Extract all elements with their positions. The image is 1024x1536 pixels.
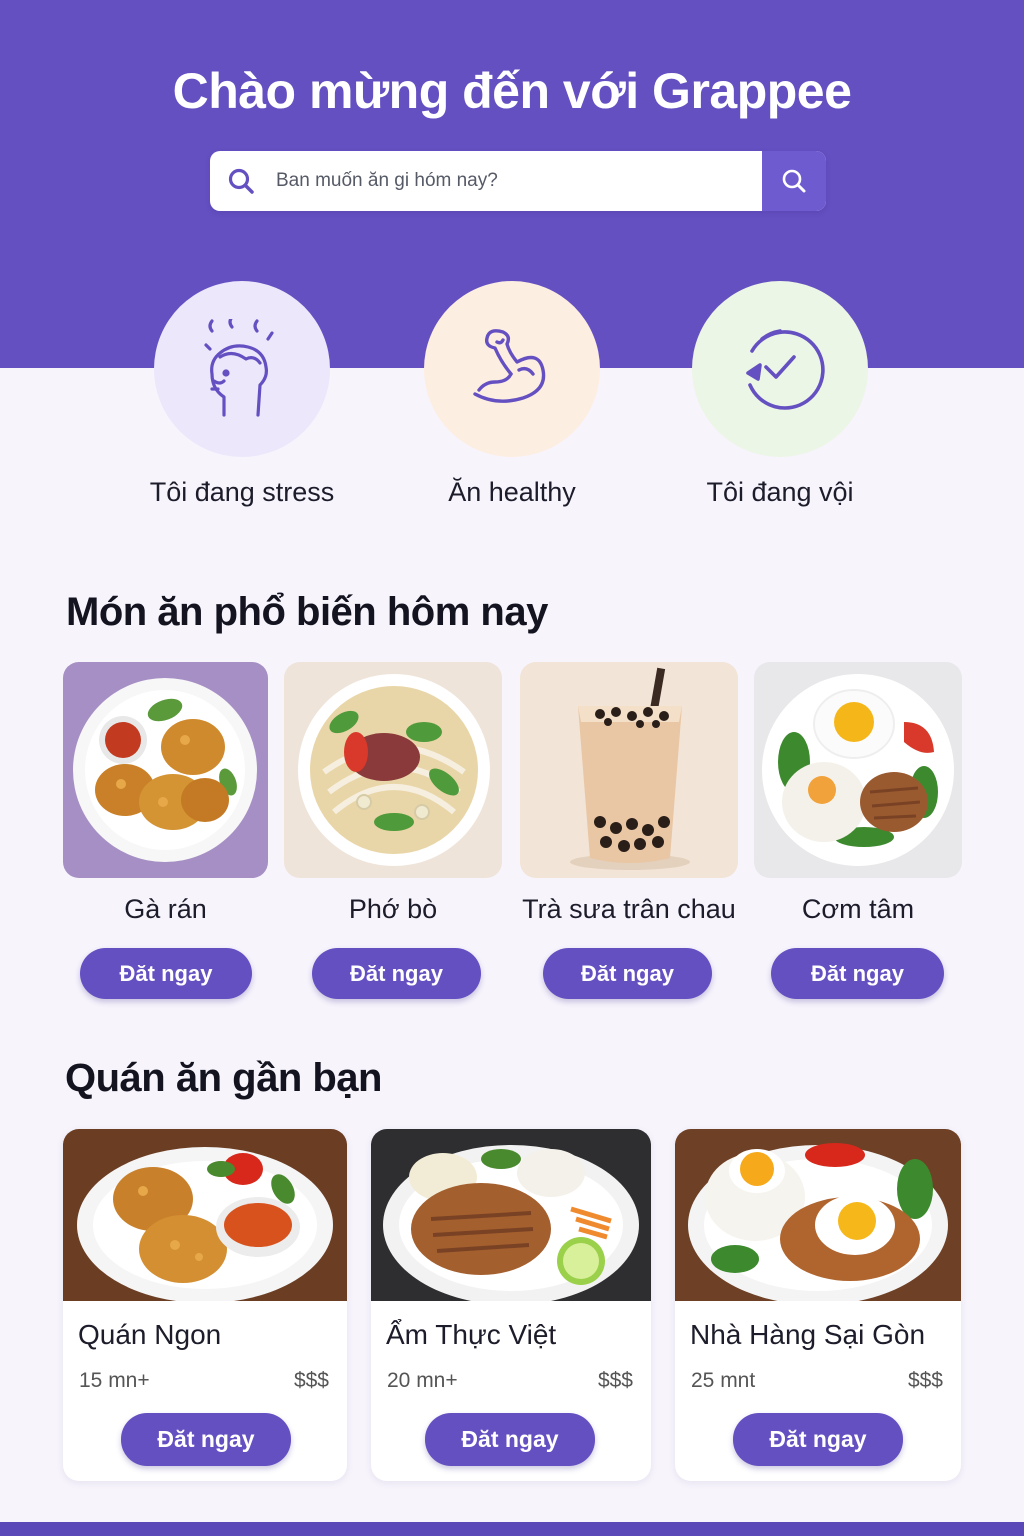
search-icon xyxy=(228,168,254,194)
mood-stress-button[interactable] xyxy=(154,281,330,457)
mood-hurry[interactable]: Tôi đang vội xyxy=(692,281,868,508)
stressed-head-icon xyxy=(204,319,274,417)
order-button[interactable]: Đăt ngay xyxy=(543,948,712,999)
clock-check-icon xyxy=(746,329,825,410)
dish-card[interactable]: Trà sưa trân chau xyxy=(520,662,738,924)
order-button[interactable]: Đăt ngay xyxy=(121,1413,291,1466)
order-button[interactable]: Đăt ngay xyxy=(733,1413,903,1466)
mood-healthy[interactable]: Ăn healthy xyxy=(424,281,600,508)
order-button[interactable]: Đăt ngay xyxy=(425,1413,595,1466)
search-bar xyxy=(210,151,826,211)
beef-pho-image[interactable] xyxy=(284,662,502,878)
search-icon xyxy=(782,169,806,193)
bottom-bar xyxy=(0,1522,1024,1536)
delivery-time: 15 mn+ xyxy=(79,1369,150,1392)
grilled-pork-plate-image[interactable] xyxy=(371,1129,651,1301)
egg-pork-plate-image[interactable] xyxy=(675,1129,961,1301)
dish-card[interactable]: Gà rán xyxy=(63,662,268,924)
mood-healthy-button[interactable] xyxy=(424,281,600,457)
dish-name: Cơm tâm xyxy=(801,894,915,924)
fried-chicken-plate-image[interactable] xyxy=(63,1129,347,1301)
search-input[interactable] xyxy=(276,151,826,211)
order-button[interactable]: Đăt ngay xyxy=(80,948,252,999)
delivery-time: 25 mnt xyxy=(691,1369,756,1392)
fried-chicken-image[interactable] xyxy=(63,662,268,878)
price-level: $$$ xyxy=(597,1369,633,1392)
delivery-time: 20 mn+ xyxy=(387,1369,458,1392)
mood-hurry-button[interactable] xyxy=(692,281,868,457)
order-button[interactable]: Đăt ngay xyxy=(312,948,481,999)
restaurant-name: Nhà Hàng Sại Gòn xyxy=(690,1319,926,1350)
order-button[interactable]: Đăt ngay xyxy=(771,948,944,999)
mood-hurry-label: Tôi đang vội xyxy=(706,477,854,507)
mood-healthy-label: Ăn healthy xyxy=(448,477,576,507)
page-title: Chào mừng đến với Grappee xyxy=(172,63,852,119)
dish-card[interactable]: Cơm tâm xyxy=(754,662,962,924)
price-level: $$$ xyxy=(293,1369,329,1392)
broken-rice-image[interactable] xyxy=(754,662,962,878)
restaurant-name: Quán Ngon xyxy=(78,1319,222,1350)
mood-stress[interactable]: Tôi đang stress xyxy=(150,281,334,508)
mood-stress-label: Tôi đang stress xyxy=(149,477,335,507)
price-level: $$$ xyxy=(907,1369,943,1392)
restaurant-name: Ẩm Thực Việt xyxy=(386,1319,557,1350)
nearby-section-title: Quán ăn gần bạn xyxy=(65,1056,382,1100)
popular-section-title: Món ăn phổ biến hôm nay xyxy=(66,590,548,634)
search-button[interactable] xyxy=(762,151,826,211)
bubble-tea-image[interactable] xyxy=(520,662,738,878)
flexed-arm-icon xyxy=(473,329,546,403)
dish-card[interactable]: Phớ bò xyxy=(284,662,502,924)
